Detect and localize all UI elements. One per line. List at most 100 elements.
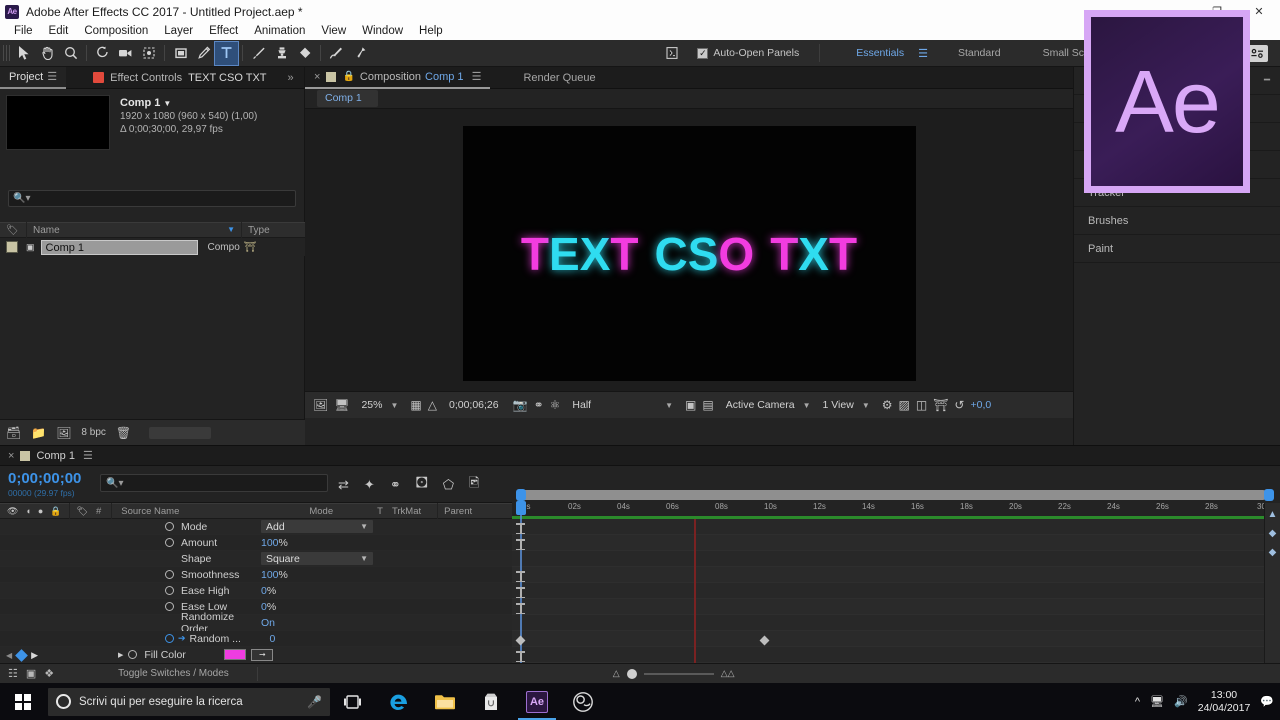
solo-icon[interactable]: ● xyxy=(38,506,43,516)
workspace-menu-icon[interactable]: ☰ xyxy=(918,47,928,60)
property-dropdown[interactable]: Add ▼ xyxy=(261,520,373,533)
keyframe-hold-icon[interactable] xyxy=(516,651,525,662)
column-name[interactable]: Name ▼ xyxy=(27,225,241,236)
column-type[interactable]: Type xyxy=(242,225,270,236)
workspace-bar-icon[interactable] xyxy=(660,42,683,65)
clock[interactable]: 13:00 24/04/2017 xyxy=(1198,689,1251,715)
lock-icon[interactable]: 🔒 xyxy=(342,71,354,82)
audio-icon[interactable]: ◖ xyxy=(25,506,30,516)
comp-name[interactable]: Comp 1 ▼ xyxy=(120,97,257,109)
selection-tool[interactable] xyxy=(13,42,36,65)
stopwatch-icon[interactable] xyxy=(165,586,174,595)
tab-project[interactable]: Project ☰ xyxy=(0,66,67,89)
pixel-aspect-icon[interactable]: ▨ xyxy=(899,398,910,412)
property-dropdown[interactable]: Square ▼ xyxy=(261,552,373,565)
column-source-name[interactable]: Source Name xyxy=(121,506,179,517)
share-view-axes-icon[interactable]: ⚙ xyxy=(882,398,893,412)
zoom-out-icon[interactable]: △ xyxy=(613,668,620,679)
workspace-standard[interactable]: Standard xyxy=(942,47,1017,59)
close-icon[interactable]: × xyxy=(8,450,14,462)
edge-browser-button[interactable] xyxy=(376,683,422,720)
project-panel-overflow-icon[interactable]: » xyxy=(288,72,294,84)
resolution-value[interactable]: Half xyxy=(572,399,591,411)
property-value[interactable]: 100% xyxy=(261,569,288,581)
composition-mini-flowchart-icon[interactable]: ⇄ xyxy=(338,477,349,493)
composition-viewer[interactable]: TEXT CSO TXT 🖼 🖥 25% ▼ ▦ △ 0;00;06;26 📷 ⚭ … xyxy=(305,109,1073,418)
menu-animation[interactable]: Animation xyxy=(246,23,313,40)
show-snapshot-icon[interactable]: ⚭ xyxy=(534,398,544,412)
keyframe-rail-icon[interactable]: ◆ xyxy=(1269,547,1277,558)
stopwatch-icon[interactable] xyxy=(165,634,174,643)
transparency-grid-icon[interactable]: ▤ xyxy=(702,398,713,412)
playhead-handle[interactable] xyxy=(516,501,526,515)
timeline-search-input[interactable]: 🔍▾ xyxy=(100,474,328,492)
magnification-value[interactable]: 25% xyxy=(361,399,382,411)
property-value[interactable]: 0% xyxy=(261,601,276,613)
item-name-field[interactable]: Comp 1 xyxy=(40,239,198,255)
snapshot-camera-icon[interactable]: 📷 xyxy=(513,398,528,412)
item-label-swatch[interactable] xyxy=(6,241,18,253)
auto-open-panels-toggle[interactable]: ✓ Auto-Open Panels xyxy=(697,47,799,59)
timeline-zoom-slider[interactable]: △ △△ xyxy=(613,668,735,679)
motion-blur-icon[interactable]: ⚭ xyxy=(390,477,401,493)
mask-outline-icon[interactable]: △ xyxy=(428,398,437,412)
brush-tool[interactable] xyxy=(247,42,270,65)
menu-effect[interactable]: Effect xyxy=(201,23,246,40)
keyframe-hold-icon[interactable] xyxy=(516,587,525,598)
start-button[interactable] xyxy=(0,683,46,720)
timeline-current-time[interactable]: 0;00;00;00 xyxy=(8,470,81,487)
scroll-up-icon[interactable]: ▲ xyxy=(1268,509,1278,520)
zoom-in-icon[interactable]: △△ xyxy=(721,668,735,679)
zoom-tool[interactable] xyxy=(59,42,82,65)
property-value[interactable]: 0 xyxy=(270,633,276,645)
region-of-interest-icon[interactable]: ▣ xyxy=(685,398,696,412)
timeline-toggle-icon[interactable]: ◫ xyxy=(916,398,927,412)
delete-icon[interactable]: 🗑 xyxy=(116,426,131,440)
rotation-tool[interactable] xyxy=(91,42,114,65)
camera-tool[interactable] xyxy=(114,42,137,65)
work-area-start-handle[interactable] xyxy=(516,489,526,501)
lock-icon[interactable]: 🔒 xyxy=(50,506,61,517)
frame-blending-icon[interactable]: ▣ xyxy=(26,667,36,680)
current-time-display[interactable]: 0;00;06;26 xyxy=(449,399,499,411)
comp-flowchart-icon[interactable]: ⛩ xyxy=(933,398,948,412)
chevron-down-icon[interactable]: ▼ xyxy=(390,401,398,410)
pan-behind-tool[interactable] xyxy=(137,42,160,65)
grid-guides-icon[interactable]: ▦ xyxy=(410,398,421,412)
disclosure-triangle-icon[interactable]: ▶ xyxy=(118,651,123,659)
task-view-button[interactable] xyxy=(330,683,376,720)
file-explorer-button[interactable] xyxy=(422,683,468,720)
stopwatch-icon[interactable] xyxy=(165,602,174,611)
menu-edit[interactable]: Edit xyxy=(41,23,77,40)
subtab-comp-1[interactable]: Comp 1 xyxy=(317,90,378,107)
type-tool[interactable] xyxy=(214,40,239,66)
stopwatch-icon[interactable] xyxy=(165,570,174,579)
property-value[interactable]: 0% xyxy=(261,585,276,597)
action-center-icon[interactable]: 💬 xyxy=(1260,695,1274,708)
work-area-bar[interactable] xyxy=(520,490,1268,500)
reset-exposure-icon[interactable]: ↺ xyxy=(954,398,964,412)
graph-editor-toggle-icon[interactable]: ❖ xyxy=(44,667,54,680)
new-comp-icon[interactable]: 🖼 xyxy=(56,426,71,440)
menu-help[interactable]: Help xyxy=(411,23,451,40)
work-area-end-handle[interactable] xyxy=(1264,489,1274,501)
zoom-slider-track[interactable] xyxy=(643,672,714,675)
next-keyframe-icon[interactable]: ▶ xyxy=(31,650,38,661)
keyframe-hold-icon[interactable] xyxy=(516,539,525,550)
column-parent[interactable]: Parent xyxy=(444,506,472,517)
snapshot-icon[interactable]: 🖻 xyxy=(469,474,479,496)
column-mode[interactable]: Mode xyxy=(309,506,333,517)
puppet-pin-tool[interactable] xyxy=(348,42,371,65)
toggle-switches-modes-label[interactable]: Toggle Switches / Modes xyxy=(118,668,229,679)
after-effects-taskbar-button[interactable]: Ae xyxy=(514,683,560,720)
project-search-input[interactable]: 🔍▾ xyxy=(8,190,296,207)
network-icon[interactable]: 🖥 xyxy=(1150,695,1164,708)
menu-composition[interactable]: Composition xyxy=(76,23,156,40)
new-folder-icon[interactable]: 🗃 xyxy=(6,426,21,440)
monitor-icon[interactable]: 🖥 xyxy=(334,398,349,412)
panel-menu-icon[interactable]: ☰ xyxy=(47,66,57,88)
keyframe-hold-icon[interactable] xyxy=(516,603,525,614)
exposure-value[interactable]: +0,0 xyxy=(970,399,991,411)
eraser-tool[interactable] xyxy=(293,42,316,65)
always-preview-icon[interactable]: 🖼 xyxy=(313,398,328,412)
